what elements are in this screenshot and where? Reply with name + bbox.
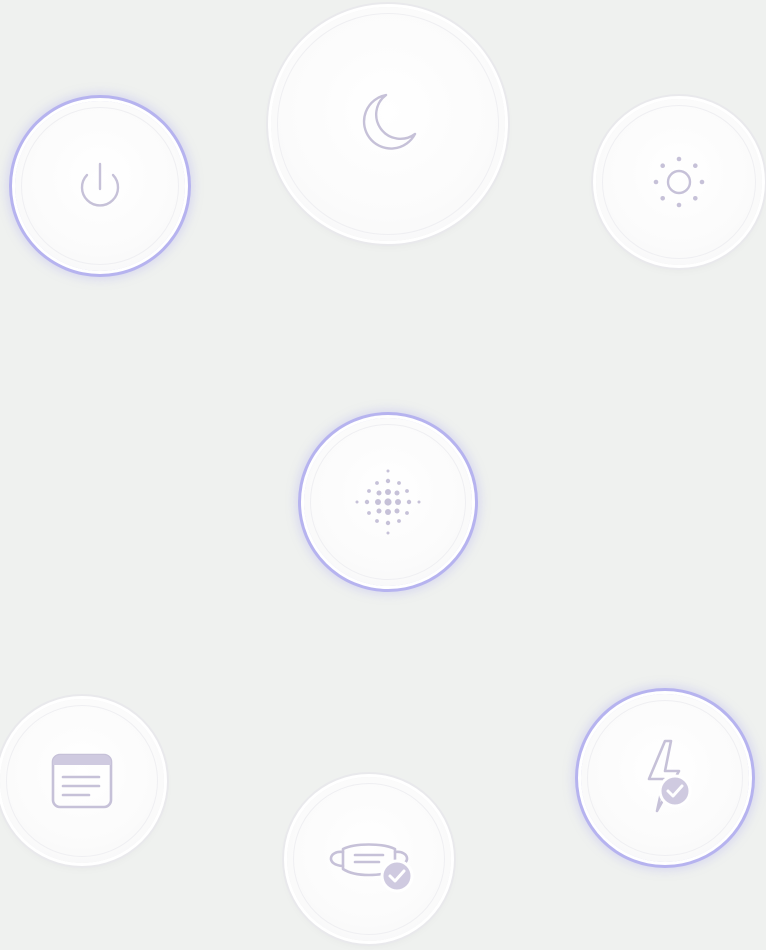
window-icon: [47, 746, 117, 816]
sleep-mode-button[interactable]: [271, 7, 505, 241]
power-icon: [65, 151, 135, 221]
fan-speed-button[interactable]: [304, 418, 472, 586]
mask-check-icon: [317, 819, 421, 899]
display-button[interactable]: [0, 699, 164, 863]
moon-icon: [348, 84, 428, 164]
dot-grid-icon: [348, 462, 428, 542]
sun-icon: [644, 147, 714, 217]
bolt-check-icon: [625, 733, 705, 823]
filter-button[interactable]: [287, 777, 451, 941]
light-button[interactable]: [596, 99, 762, 265]
power-button[interactable]: [15, 101, 185, 271]
fast-charge-button[interactable]: [581, 694, 749, 862]
